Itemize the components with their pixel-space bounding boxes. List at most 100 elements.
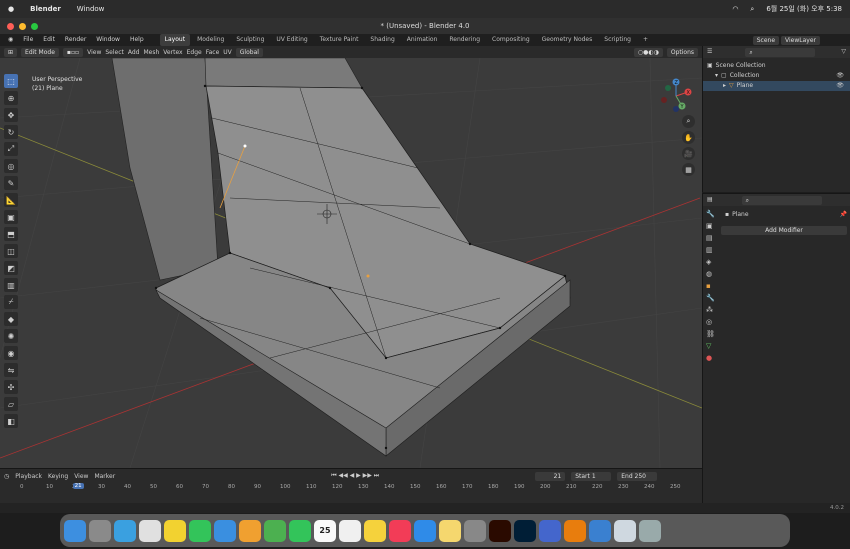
transform-tool-icon[interactable]: ◎ bbox=[4, 159, 18, 173]
menu-add[interactable]: Add bbox=[128, 49, 140, 56]
rip-tool-icon[interactable]: ◧ bbox=[4, 414, 18, 428]
add-workspace-button[interactable]: + bbox=[638, 34, 653, 46]
dock-launchpad-icon[interactable] bbox=[89, 519, 111, 542]
constraints-tab-icon[interactable]: ⛓ bbox=[706, 330, 715, 338]
wifi-icon[interactable]: ◠ bbox=[732, 5, 738, 13]
dock-stickies-icon[interactable] bbox=[439, 519, 461, 542]
clock[interactable]: 6월 25일 (화) 오후 5:38 bbox=[766, 4, 842, 14]
menu-playback[interactable]: Playback bbox=[15, 473, 42, 480]
outliner-scene-collection[interactable]: ▣ Scene Collection bbox=[703, 61, 850, 71]
menu-marker[interactable]: Marker bbox=[94, 473, 115, 480]
dock-calendar-icon[interactable]: 25 bbox=[314, 519, 336, 542]
tab-scripting[interactable]: Scripting bbox=[599, 34, 636, 46]
dock-photoshop-icon[interactable] bbox=[514, 519, 536, 542]
dock-blender-icon[interactable] bbox=[564, 519, 586, 542]
scene-tab-icon[interactable]: ◈ bbox=[706, 258, 715, 266]
inset-tool-icon[interactable]: ◫ bbox=[4, 244, 18, 258]
playback-controls[interactable]: ⏮ ◀◀ ◀ ▶ ▶▶ ⏭ bbox=[331, 472, 379, 480]
options-dropdown[interactable]: Options bbox=[666, 47, 698, 57]
tab-uv-editing[interactable]: UV Editing bbox=[271, 34, 312, 46]
dock-music-icon[interactable] bbox=[389, 519, 411, 542]
visibility-eye-icon[interactable]: 👁 bbox=[836, 81, 844, 91]
shrink-fatten-tool-icon[interactable]: ✣ bbox=[4, 380, 18, 394]
knife-tool-icon[interactable]: ⌿ bbox=[4, 295, 18, 309]
measure-tool-icon[interactable]: 📐 bbox=[4, 193, 18, 207]
window-menu[interactable]: Window bbox=[77, 5, 105, 13]
dock-finder-icon[interactable] bbox=[64, 519, 86, 542]
particles-tab-icon[interactable]: ⁂ bbox=[706, 306, 715, 314]
add-modifier-button[interactable]: Add Modifier bbox=[721, 226, 847, 235]
dock-reminders-icon[interactable] bbox=[339, 519, 361, 542]
menu-edge[interactable]: Edge bbox=[187, 49, 202, 56]
menu-render[interactable]: Render bbox=[61, 34, 90, 46]
dock-kakaotalk-icon[interactable] bbox=[164, 519, 186, 542]
dock-mail-icon[interactable] bbox=[214, 519, 236, 542]
properties-search-input[interactable]: ⌕ bbox=[741, 195, 822, 205]
dock-facetime-icon[interactable] bbox=[289, 519, 311, 542]
filter-icon[interactable]: ▽ bbox=[841, 47, 846, 57]
spin-tool-icon[interactable]: ✺ bbox=[4, 329, 18, 343]
close-button[interactable] bbox=[7, 23, 14, 30]
outliner-type-icon[interactable]: ☰ bbox=[707, 47, 712, 57]
menu-window[interactable]: Window bbox=[92, 34, 124, 46]
camera-icon[interactable]: 🎥 bbox=[682, 147, 695, 160]
tab-geometry-nodes[interactable]: Geometry Nodes bbox=[537, 34, 598, 46]
tab-animation[interactable]: Animation bbox=[402, 34, 443, 46]
dock-maps-icon[interactable] bbox=[264, 519, 286, 542]
menu-vertex[interactable]: Vertex bbox=[163, 49, 182, 56]
modifier-tab-icon[interactable]: 🔧 bbox=[706, 294, 715, 302]
tab-rendering[interactable]: Rendering bbox=[444, 34, 485, 46]
view-layer-tab-icon[interactable]: ▥ bbox=[706, 246, 715, 254]
pan-hand-icon[interactable]: ✋ bbox=[682, 131, 695, 144]
tab-texture-paint[interactable]: Texture Paint bbox=[315, 34, 364, 46]
dock-preview-icon[interactable] bbox=[614, 519, 636, 542]
dock-messages-icon[interactable] bbox=[189, 519, 211, 542]
tab-shading[interactable]: Shading bbox=[365, 34, 399, 46]
tab-sculpting[interactable]: Sculpting bbox=[231, 34, 269, 46]
timeline-editor-icon[interactable]: ◷ bbox=[4, 473, 9, 480]
menu-select[interactable]: Select bbox=[105, 49, 124, 56]
loop-cut-tool-icon[interactable]: ▥ bbox=[4, 278, 18, 292]
dock-notes-icon[interactable] bbox=[364, 519, 386, 542]
menu-help[interactable]: Help bbox=[126, 34, 148, 46]
dock-chrome-icon[interactable] bbox=[139, 519, 161, 542]
scene-selector[interactable]: Scene bbox=[752, 35, 780, 45]
dock-files-icon[interactable] bbox=[539, 519, 561, 542]
world-tab-icon[interactable]: ◍ bbox=[706, 270, 715, 278]
zoom-button[interactable] bbox=[31, 23, 38, 30]
material-tab-icon[interactable]: ● bbox=[706, 354, 715, 362]
menu-mesh[interactable]: Mesh bbox=[144, 49, 160, 56]
output-tab-icon[interactable]: ▤ bbox=[706, 234, 715, 242]
edge-slide-tool-icon[interactable]: ⇋ bbox=[4, 363, 18, 377]
object-tab-icon[interactable]: ▪ bbox=[706, 282, 715, 290]
scale-tool-icon[interactable]: ⤢ bbox=[4, 142, 18, 156]
zoom-icon[interactable]: ⌕ bbox=[682, 115, 695, 128]
dock-trash-icon[interactable] bbox=[639, 519, 661, 542]
shear-tool-icon[interactable]: ▱ bbox=[4, 397, 18, 411]
add-cube-tool-icon[interactable]: ▣ bbox=[4, 210, 18, 224]
frame-ruler[interactable]: 0102030405060708090100110120130140150160… bbox=[0, 483, 702, 494]
blender-logo-icon[interactable]: ◉ bbox=[4, 34, 17, 46]
shading-buttons[interactable]: ○●◐◑ bbox=[633, 47, 663, 57]
bevel-tool-icon[interactable]: ◩ bbox=[4, 261, 18, 275]
menu-view[interactable]: View bbox=[87, 49, 101, 56]
outliner-collection[interactable]: ▾ ▢ Collection 👁 bbox=[703, 71, 850, 81]
current-frame-field[interactable]: 21 bbox=[535, 471, 566, 481]
outliner-search-input[interactable]: ⌕ bbox=[745, 47, 816, 57]
dock-weather-icon[interactable] bbox=[589, 519, 611, 542]
orientation-dropdown[interactable]: Global bbox=[235, 47, 263, 57]
tool-tab-icon[interactable]: 🔧 bbox=[706, 210, 715, 218]
tab-modeling[interactable]: Modeling bbox=[192, 34, 229, 46]
annotate-tool-icon[interactable]: ✎ bbox=[4, 176, 18, 190]
dock-app-store-icon[interactable] bbox=[414, 519, 436, 542]
playhead[interactable]: 21 bbox=[72, 483, 84, 489]
end-frame-field[interactable]: End 250 bbox=[617, 471, 658, 481]
start-frame-field[interactable]: Start 1 bbox=[571, 471, 612, 481]
pin-icon[interactable]: 📌 bbox=[840, 210, 847, 220]
menu-timeline-view[interactable]: View bbox=[74, 473, 88, 480]
dock-photos-icon[interactable] bbox=[239, 519, 261, 542]
search-icon[interactable]: ⌕ bbox=[750, 5, 754, 14]
render-tab-icon[interactable]: ▣ bbox=[706, 222, 715, 230]
smooth-tool-icon[interactable]: ◉ bbox=[4, 346, 18, 360]
mode-dropdown[interactable]: Edit Mode bbox=[21, 47, 59, 57]
